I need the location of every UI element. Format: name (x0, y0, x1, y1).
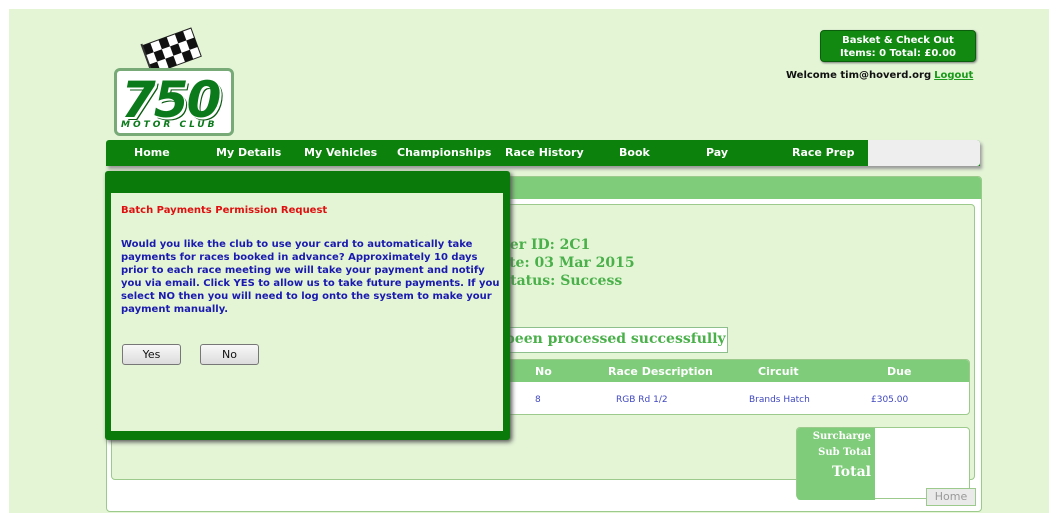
header-circuit: Circuit (758, 365, 799, 378)
dialog-message: Would you like the club to use your card… (121, 239, 500, 315)
cell-circuit: Brands Hatch (749, 395, 810, 405)
header-race-description: Race Description (608, 365, 713, 378)
races-table: No Race Description Circuit Due 8 RGB Rd… (504, 359, 970, 415)
table-header: No Race Description Circuit Due (505, 360, 969, 382)
yes-button[interactable]: Yes (122, 344, 181, 365)
logout-link[interactable]: Logout (934, 70, 973, 81)
basket-checkout-button[interactable]: Basket & Check Out Items: 0 Total: £0.00 (820, 30, 976, 62)
main-nav: Home My Details My Vehicles Championship… (106, 140, 980, 166)
success-message: been processed successfully! (500, 327, 728, 353)
cell-race: RGB Rd 1/2 (616, 395, 668, 405)
nav-race-history[interactable]: Race History (505, 146, 584, 159)
subtotal-label: Sub Total (818, 447, 871, 458)
basket-title: Basket & Check Out (842, 35, 954, 46)
header-no: No (535, 365, 552, 378)
nav-my-vehicles[interactable]: My Vehicles (304, 146, 377, 159)
surcharge-label: Surcharge (812, 431, 871, 442)
nav-home[interactable]: Home (134, 146, 170, 159)
logo-subtitle: MOTOR CLUB (121, 120, 218, 130)
nav-race-prep[interactable]: Race Prep (792, 146, 855, 159)
basket-summary: Items: 0 Total: £0.00 (839, 48, 956, 59)
nav-pay[interactable]: Pay (706, 146, 728, 159)
totals-labels: Surcharge Sub Total Total (797, 428, 875, 500)
nav-empty-slot (868, 140, 980, 166)
cell-no: 8 (535, 395, 541, 405)
no-button[interactable]: No (200, 344, 259, 365)
nav-championships[interactable]: Championships (397, 146, 491, 159)
nav-my-details[interactable]: My Details (216, 146, 281, 159)
order-date: ate: 03 Mar 2015 (500, 255, 635, 271)
header-due: Due (887, 365, 912, 378)
home-button[interactable]: Home (926, 488, 976, 506)
club-logo[interactable]: 750 MOTOR CLUB (114, 26, 236, 136)
dialog-title: Batch Payments Permission Request (121, 205, 328, 216)
logo-badge: 750 MOTOR CLUB (114, 68, 234, 136)
welcome-text: Welcome tim@hoverd.org Logout (786, 70, 973, 81)
nav-book[interactable]: Book (619, 146, 650, 159)
batch-payments-dialog: Batch Payments Permission Request Would … (105, 171, 510, 440)
welcome-user: Welcome tim@hoverd.org (786, 70, 932, 81)
total-label: Total (831, 464, 871, 480)
dialog-body: Batch Payments Permission Request Would … (111, 193, 503, 431)
order-status: Status: Success (500, 273, 623, 289)
order-id: der ID: 2C1 (500, 237, 591, 253)
cell-due: £305.00 (871, 395, 909, 405)
